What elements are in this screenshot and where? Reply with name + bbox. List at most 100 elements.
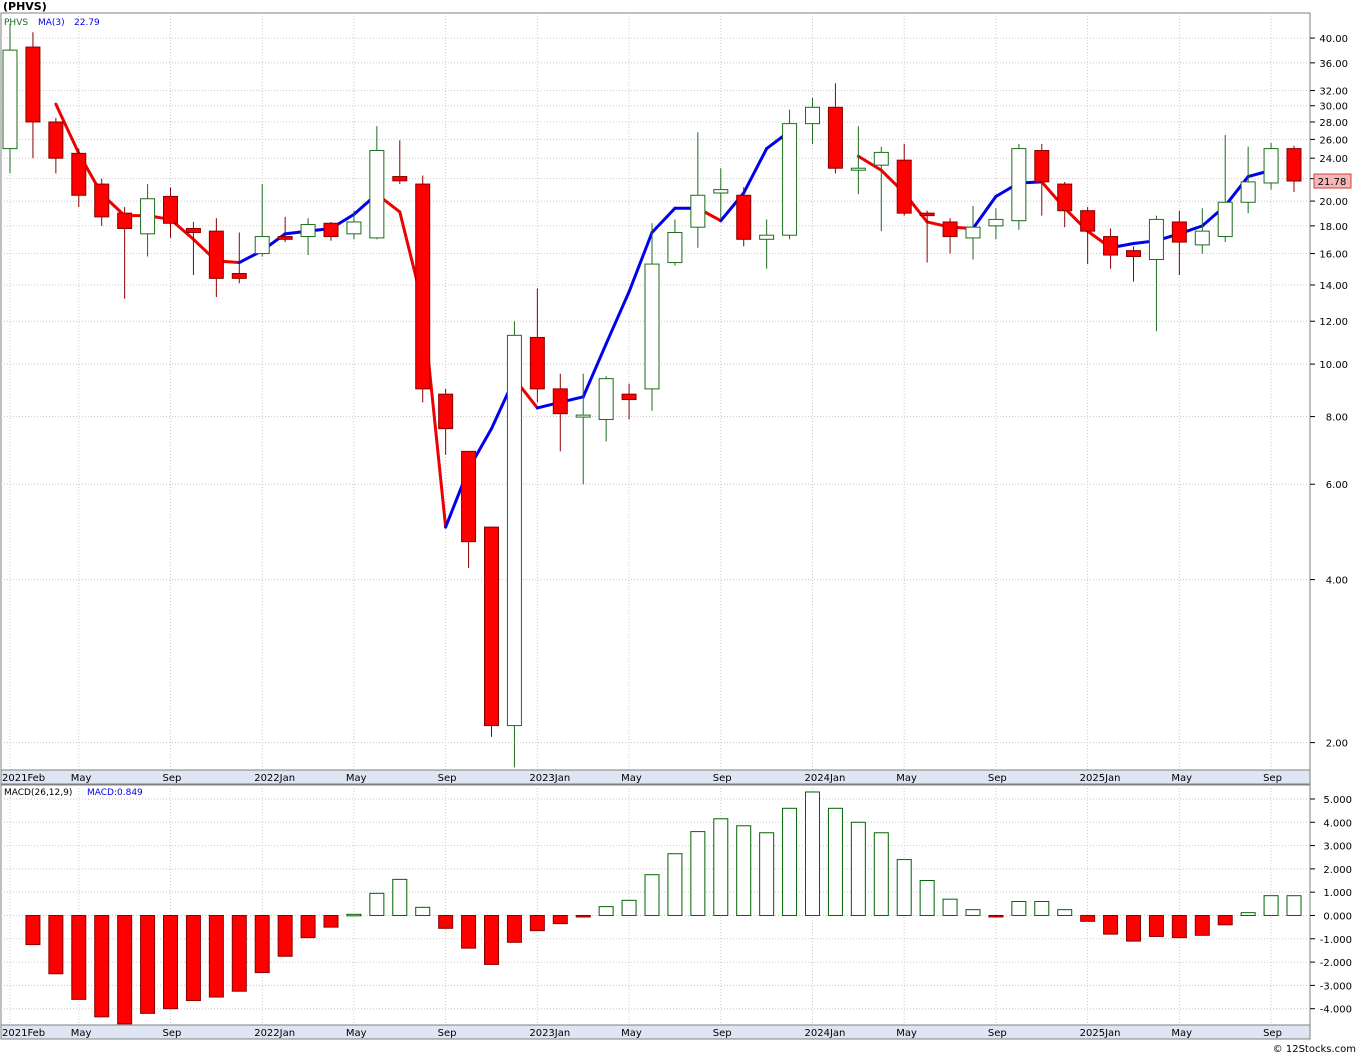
macd-x-tick-label: May: [896, 1028, 917, 1039]
macd-bar: [94, 914, 110, 1018]
price-y-tick-label: 14.00: [1319, 281, 1348, 292]
candle-body: [598, 378, 614, 421]
macd-bar: [598, 906, 614, 916]
macd-bar: [254, 914, 270, 974]
candle: [782, 109, 798, 240]
macd-bar: [690, 831, 706, 916]
candle-body: [1194, 230, 1210, 246]
macd-bar: [1148, 914, 1164, 937]
price-legend: PHVS MA(3) 22.79: [4, 18, 100, 28]
legend-ma-label: MA(3): [38, 18, 65, 28]
candle-body: [1057, 183, 1073, 212]
candle-body: [575, 414, 591, 418]
candle-body: [117, 212, 133, 229]
macd-bar: [1057, 909, 1073, 916]
price-x-tick-label: Sep: [713, 773, 732, 784]
macd-bar: [438, 914, 454, 929]
legend-ma-value: 22.79: [74, 18, 100, 28]
price-y-tick-label: 40.00: [1319, 34, 1348, 45]
candle-body: [185, 227, 201, 233]
candle-body: [1148, 218, 1164, 261]
macd-y-tick-label: -1.000: [1320, 935, 1352, 946]
macd-x-tick-label: Sep: [988, 1028, 1007, 1039]
macd-bar: [1286, 895, 1302, 916]
candle-body: [713, 189, 729, 194]
price-x-tick-label: Sep: [438, 773, 457, 784]
price-x-tick-label: May: [896, 773, 917, 784]
macd-bar: [231, 914, 247, 992]
candle: [736, 187, 752, 247]
candle-body: [415, 183, 431, 390]
macd-x-tick-label: May: [1171, 1028, 1192, 1039]
macd-bar: [484, 914, 499, 965]
candle-body: [873, 151, 889, 166]
macd-bar: [323, 914, 339, 928]
candle-body: [140, 198, 156, 235]
candle-body: [254, 236, 270, 255]
candle-body: [805, 106, 820, 125]
candle-body: [552, 388, 568, 415]
macd-x-tick-label: Sep: [163, 1028, 182, 1039]
price-y-tick-label: 18.00: [1319, 222, 1348, 233]
macd-bar: [71, 914, 87, 1000]
candle-body: [919, 212, 935, 217]
macd-y-tick-label: 0.000: [1323, 911, 1352, 922]
macd-y-tick-label: -4.000: [1320, 1005, 1352, 1016]
candle-body: [94, 183, 110, 218]
macd-bar: [667, 853, 683, 916]
macd-bar: [185, 914, 201, 1002]
candle-body: [392, 176, 408, 182]
price-x-tick-label: Sep: [1263, 773, 1282, 784]
macd-bar: [1011, 901, 1027, 916]
candle-body: [300, 224, 316, 238]
candle-body: [1103, 236, 1119, 256]
macd-bar: [1240, 912, 1256, 916]
macd-x-tick-label: May: [621, 1028, 642, 1039]
price-x-tick-label: 2024Jan: [805, 773, 846, 784]
candle-body: [1011, 148, 1027, 222]
macd-bar: [896, 859, 912, 916]
candle-body: [1126, 250, 1141, 258]
candle-body: [346, 221, 362, 235]
macd-x-tick-label: 2023Jan: [529, 1028, 570, 1039]
macd-y-tick-label: 4.000: [1323, 818, 1352, 829]
price-y-tick-label: 26.00: [1319, 135, 1348, 146]
candle: [415, 175, 431, 403]
price-y-tick-label: 24.00: [1319, 154, 1348, 165]
price-x-tick-label: May: [621, 773, 642, 784]
candle-body: [1080, 210, 1096, 232]
candle-body: [1171, 221, 1187, 243]
macd-bar: [919, 880, 935, 916]
macd-y-tick-label: -2.000: [1320, 958, 1352, 969]
candle-body: [736, 194, 752, 240]
price-x-tick-label: May: [346, 773, 367, 784]
price-y-tick-label: 10.00: [1319, 360, 1348, 371]
price-y-tick-label: 4.00: [1326, 576, 1348, 587]
macd-bar: [25, 914, 41, 946]
macd-bar: [461, 914, 477, 949]
candle-body: [208, 230, 224, 279]
macd-bar: [415, 906, 431, 916]
macd-legend-label: MACD(26,12,9): [4, 788, 72, 798]
price-y-tick-label: 6.00: [1326, 480, 1348, 491]
macd-bar: [140, 914, 156, 1014]
candle-body: [2, 49, 18, 150]
candle-body: [759, 234, 775, 240]
macd-bar: [506, 914, 522, 943]
candle-body: [461, 450, 477, 543]
candle-body: [1034, 149, 1050, 183]
price-y-tick-label: 32.00: [1319, 87, 1348, 98]
macd-bar: [346, 913, 362, 917]
candle-body: [1286, 148, 1302, 182]
price-y-tick-label: 36.00: [1319, 59, 1348, 70]
macd-x-tick-label: 2024Jan: [805, 1028, 846, 1039]
macd-bar: [208, 914, 224, 998]
macd-legend-value: MACD:0.849: [87, 788, 143, 798]
macd-bar: [552, 914, 568, 925]
candle-body: [1240, 181, 1256, 203]
macd-bar: [575, 914, 591, 918]
candle-body: [48, 121, 64, 159]
candle-body: [644, 263, 660, 390]
macd-y-tick-label: 1.000: [1323, 888, 1352, 899]
price-y-tick-label: 8.00: [1326, 413, 1348, 424]
